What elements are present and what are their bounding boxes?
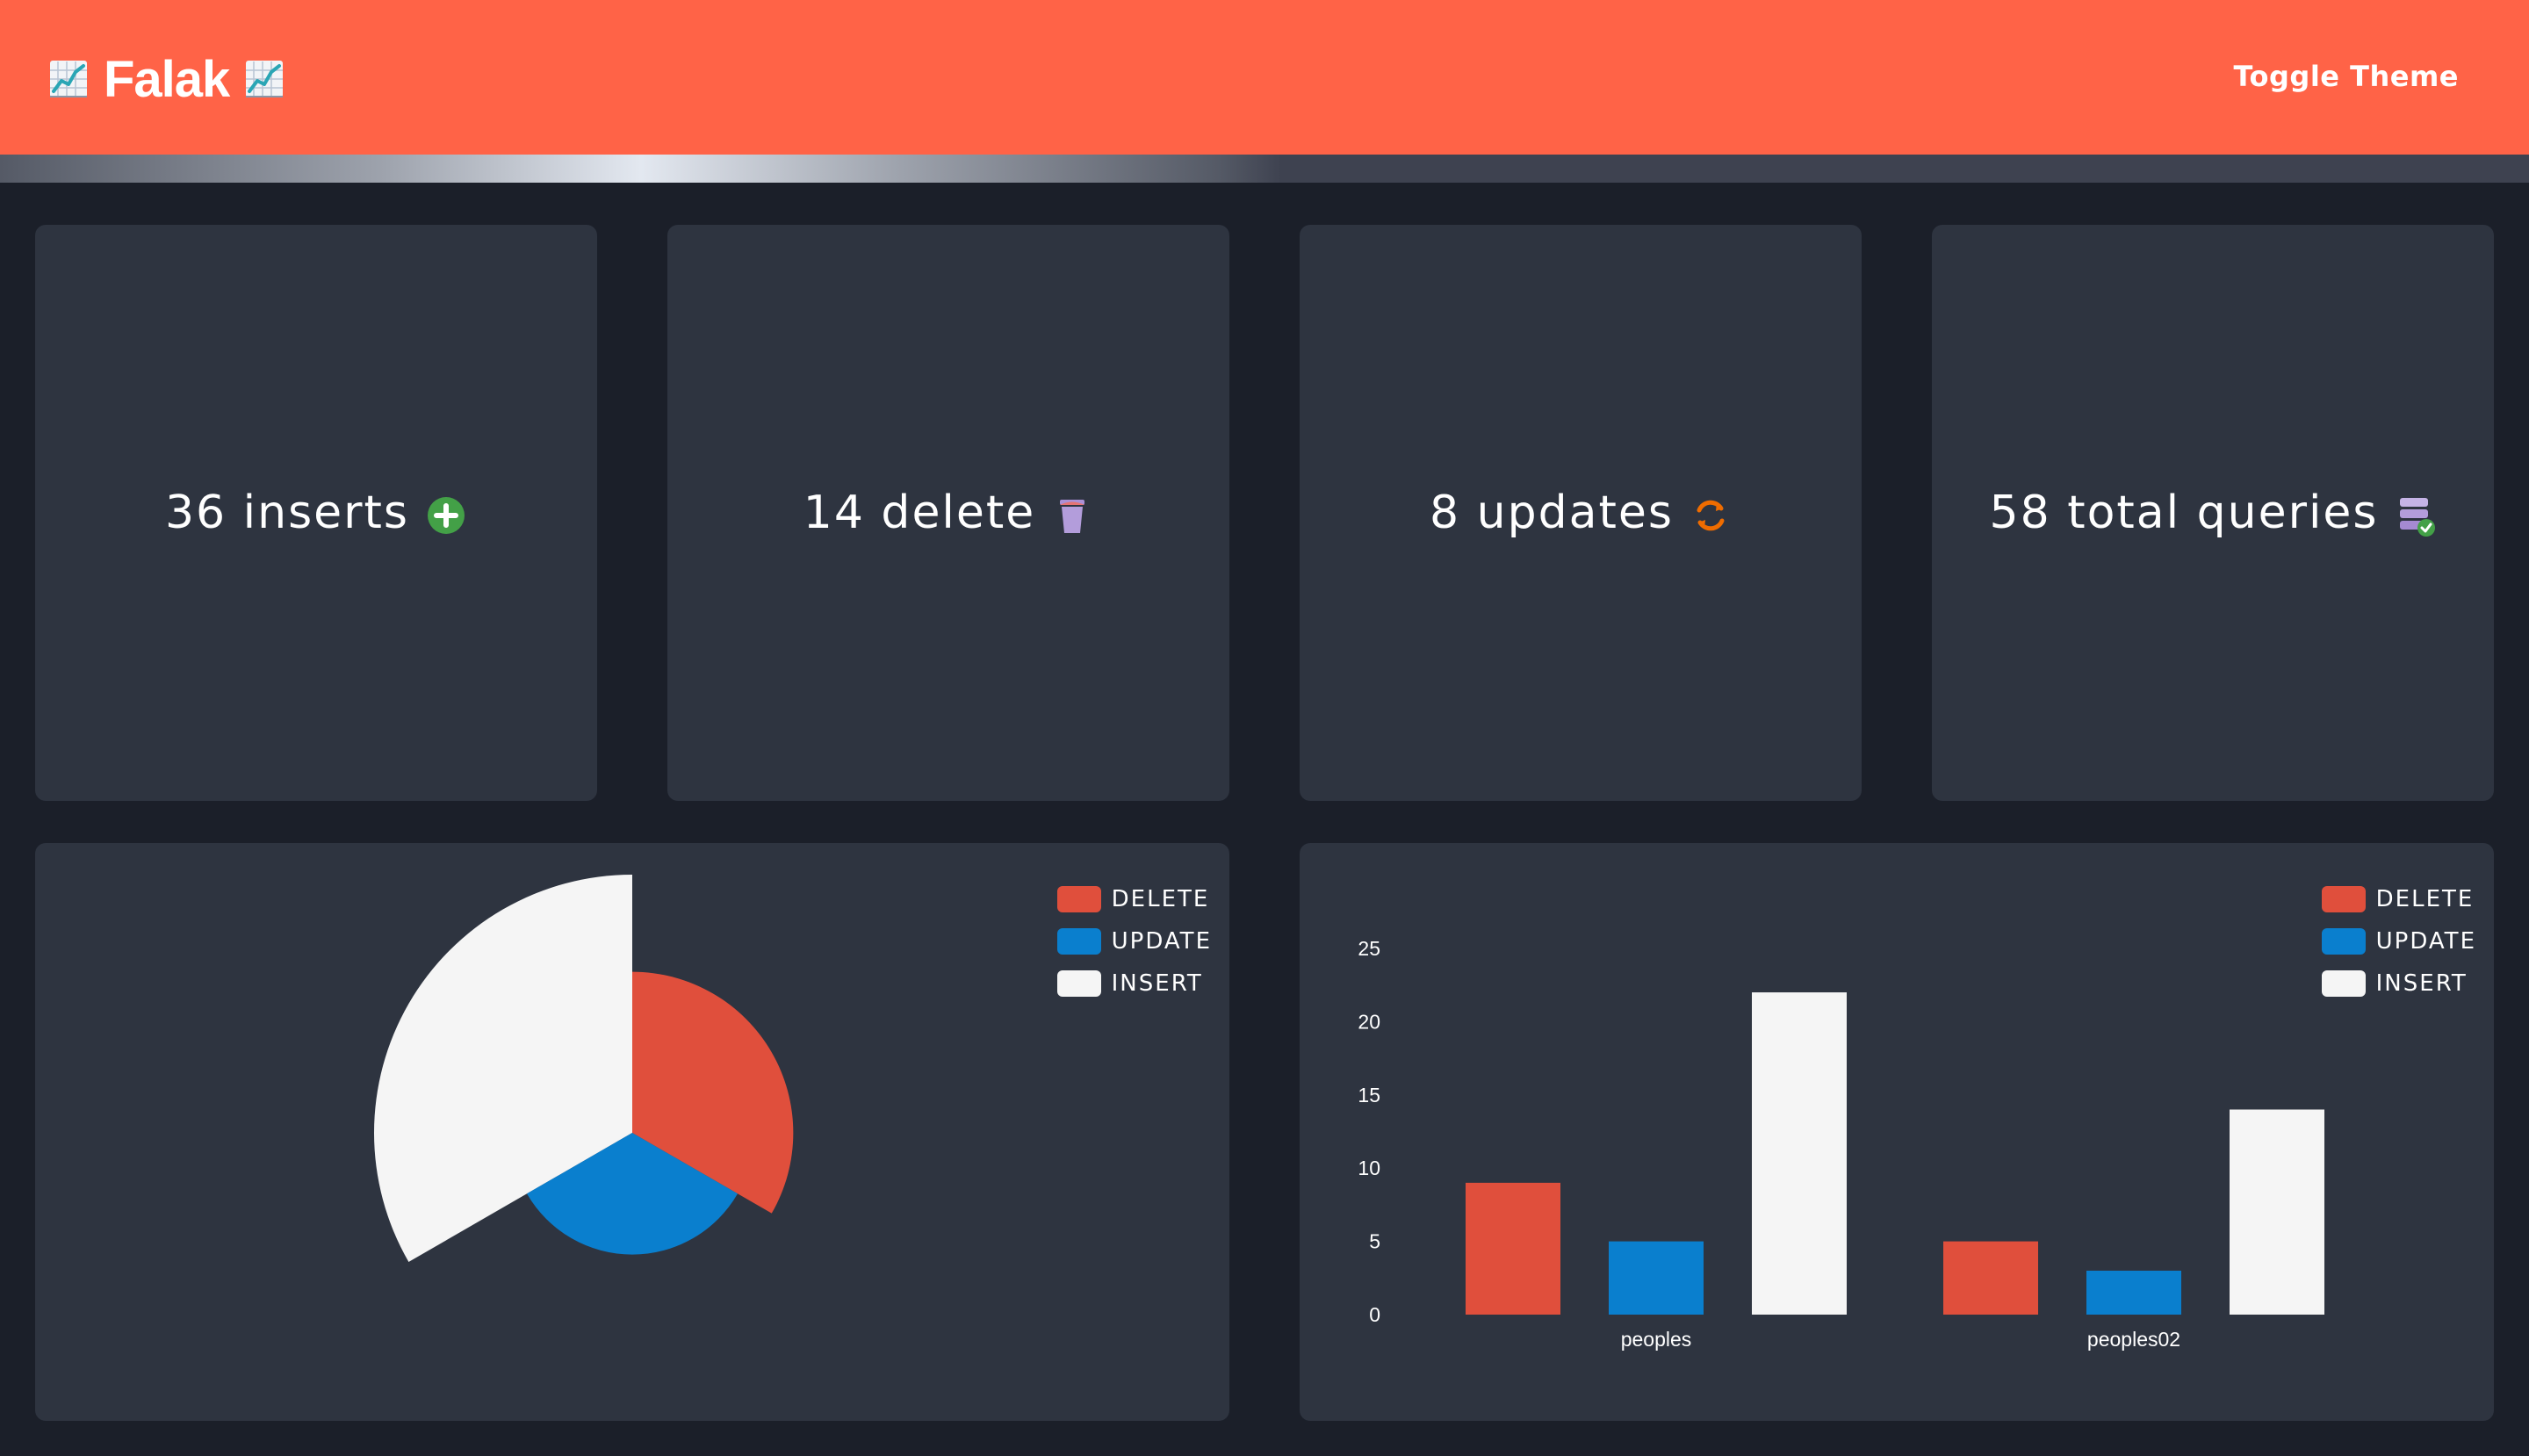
bar-legend: DELETE UPDATE INSERT — [2321, 885, 2476, 998]
database-check-icon — [2399, 498, 2435, 537]
bar-delete-peoples[interactable] — [1466, 1182, 1560, 1315]
bar-delete-peoples02[interactable] — [1943, 1241, 2038, 1315]
y-tick-label: 25 — [1358, 937, 1380, 960]
chart-increasing-icon — [50, 61, 87, 97]
y-tick-label: 20 — [1358, 1010, 1380, 1033]
trash-icon — [1060, 500, 1085, 533]
plus-circle-icon — [428, 497, 465, 534]
chart-increasing-icon — [246, 61, 284, 97]
app-title: Falak — [104, 50, 230, 108]
polar-area-chart — [374, 875, 794, 1262]
app-header: Falak Toggle Theme — [0, 0, 2529, 155]
legend-label-delete: DELETE — [1111, 886, 1210, 912]
loading-bar-shimmer — [0, 155, 1282, 183]
y-tick-label: 0 — [1369, 1303, 1380, 1326]
bar-chart-card: 0 5 10 15 20 25 peoples peoples02 DELETE UPDATE… — [1300, 843, 2494, 1421]
legend-item-delete[interactable]: DELETE — [1056, 885, 1212, 913]
stat-card-total-queries: 58 total queries — [1932, 225, 2494, 801]
legend-swatch-insert — [2321, 970, 2366, 997]
polar-chart-card: DELETE UPDATE INSERT — [35, 843, 1229, 1421]
legend-swatch-insert — [1056, 970, 1101, 997]
polar-legend: DELETE UPDATE INSERT — [1056, 885, 1212, 998]
stat-total-queries-text: 58 total queries — [1989, 487, 2379, 539]
refresh-icon — [1697, 500, 1725, 531]
stat-inserts-text: 36 inserts — [164, 487, 410, 539]
legend-swatch-delete — [1056, 886, 1101, 912]
bar-insert-peoples[interactable] — [1752, 992, 1847, 1315]
legend-item-delete[interactable]: DELETE — [2321, 885, 2476, 913]
y-tick-label: 15 — [1358, 1084, 1380, 1106]
x-tick-label: peoples02 — [2087, 1328, 2180, 1351]
legend-label-insert: INSERT — [2375, 970, 2468, 997]
legend-swatch-update — [2321, 928, 2366, 955]
bar-chart: 0 5 10 15 20 25 peoples peoples02 — [1358, 937, 2324, 1351]
stat-card-delete: 14 delete — [667, 225, 1229, 801]
y-tick-label: 10 — [1358, 1157, 1380, 1179]
bar-insert-peoples02[interactable] — [2230, 1109, 2324, 1315]
y-tick-label: 5 — [1369, 1230, 1380, 1253]
loading-bar — [0, 155, 2529, 183]
stat-updates-text: 8 updates — [1430, 487, 1674, 539]
stat-card-inserts: 36 inserts — [35, 225, 597, 801]
bar-update-peoples02[interactable] — [2086, 1270, 2181, 1315]
bar-update-peoples[interactable] — [1609, 1241, 1704, 1315]
x-tick-label: peoples — [1621, 1328, 1692, 1351]
legend-label-update: UPDATE — [2375, 928, 2476, 955]
legend-label-insert: INSERT — [1111, 970, 1203, 997]
legend-label-delete: DELETE — [2375, 886, 2475, 912]
legend-swatch-update — [1056, 928, 1101, 955]
legend-swatch-delete — [2321, 886, 2366, 912]
legend-item-update[interactable]: UPDATE — [1056, 927, 1212, 955]
stat-delete-text: 14 delete — [803, 487, 1036, 539]
toggle-theme-button[interactable]: Toggle Theme — [2233, 60, 2459, 93]
brand: Falak — [47, 46, 285, 112]
legend-item-update[interactable]: UPDATE — [2321, 927, 2476, 955]
legend-label-update: UPDATE — [1111, 928, 1212, 955]
legend-item-insert[interactable]: INSERT — [2321, 969, 2476, 998]
stat-card-updates: 8 updates — [1300, 225, 1862, 801]
legend-item-insert[interactable]: INSERT — [1056, 969, 1212, 998]
